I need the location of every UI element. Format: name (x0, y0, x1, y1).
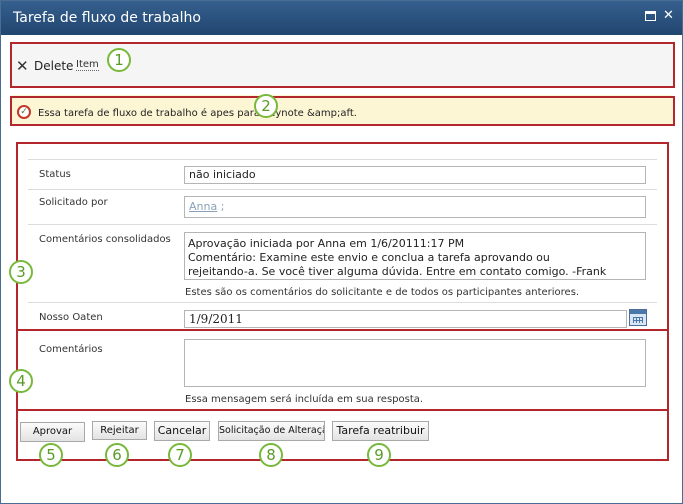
dialog-title: Tarefa de fluxo de trabalho (13, 10, 201, 26)
notice-highlight (10, 96, 675, 126)
callout-9: 9 (367, 443, 391, 467)
callout-4: 4 (9, 369, 33, 393)
fields-highlight (16, 142, 669, 331)
callout-3: 3 (9, 260, 33, 284)
callout-5: 5 (39, 443, 63, 467)
callout-2: 2 (254, 94, 278, 118)
workflow-task-dialog: Tarefa de fluxo de trabalho ✕ ✕ Delete I… (0, 0, 683, 504)
maximize-icon[interactable] (645, 11, 656, 21)
comments-highlight (16, 329, 669, 411)
callout-8: 8 (259, 443, 283, 467)
callout-1: 1 (107, 48, 131, 72)
close-icon[interactable]: ✕ (663, 9, 675, 22)
callout-6: 6 (105, 443, 129, 467)
callout-7: 7 (168, 443, 192, 467)
title-bar: Tarefa de fluxo de trabalho ✕ (1, 1, 682, 35)
